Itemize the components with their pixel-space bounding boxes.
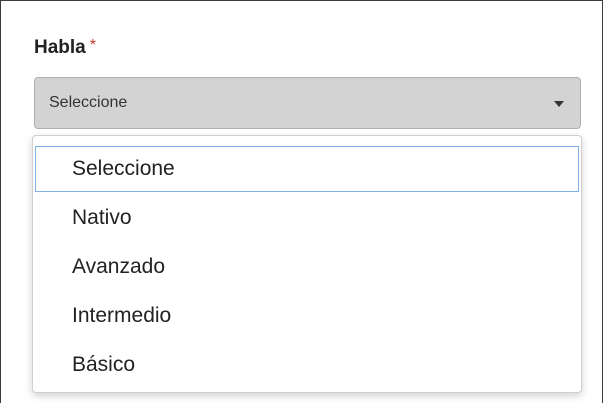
dropdown-option-seleccione[interactable]: Seleccione [35,146,579,192]
dropdown-list: Seleccione Nativo Avanzado Intermedio Bá… [32,135,582,393]
select-value: Seleccione [49,94,128,111]
chevron-down-icon[interactable] [554,101,564,107]
speak-level-select[interactable]: Seleccione [34,77,581,129]
required-mark: * [89,37,96,54]
dropdown-option-avanzado[interactable]: Avanzado [35,243,579,292]
dropdown-option-intermedio[interactable]: Intermedio [35,292,579,341]
dropdown-option-nativo[interactable]: Nativo [35,194,579,243]
form-panel: Habla * Seleccione Seleccione Nativo Avan… [0,0,603,403]
dropdown-option-basico[interactable]: Básico [35,341,579,390]
field-label: Habla * [34,37,96,59]
field-label-text: Habla [34,37,86,58]
